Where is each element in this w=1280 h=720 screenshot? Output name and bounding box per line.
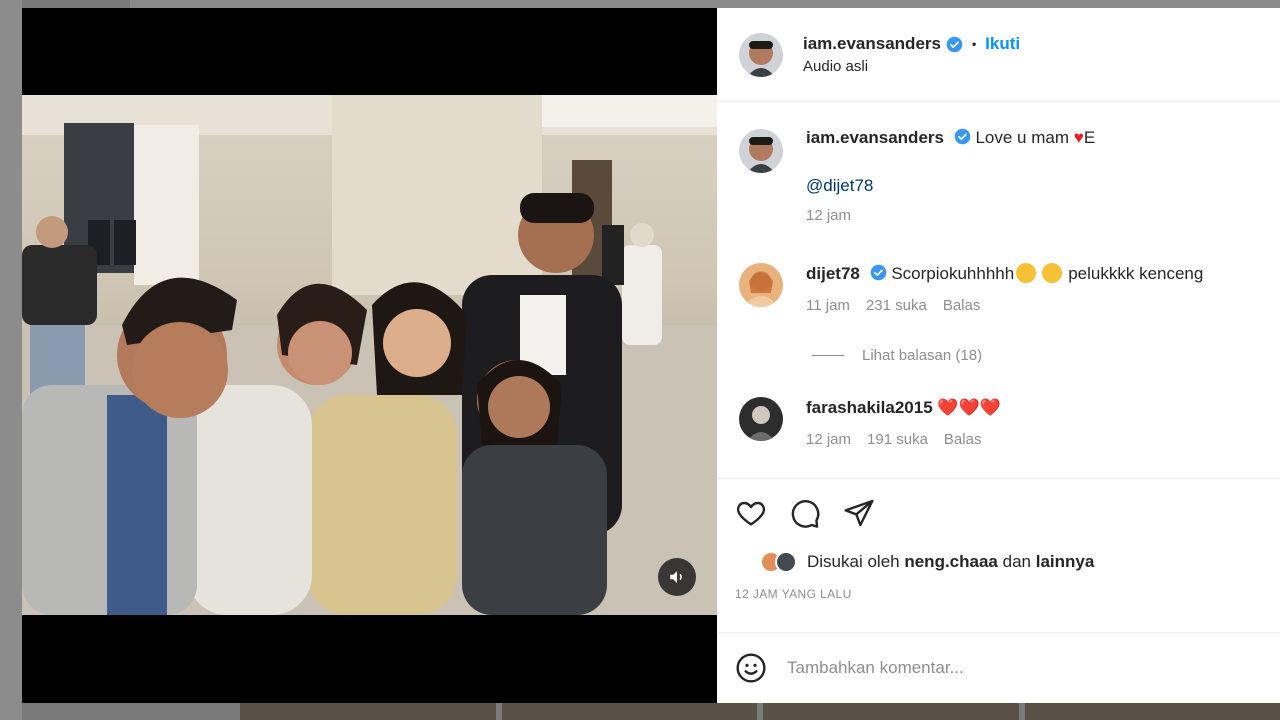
comments-list[interactable]: iam.evansanders Love u mam ♥E @dijet78 1… — [717, 103, 1280, 481]
caption-text: Love u mam — [975, 128, 1069, 147]
backdrop-feed-left — [0, 0, 22, 720]
liker-avatar — [775, 551, 797, 573]
backdrop-feed-top — [130, 0, 1280, 8]
liked-by-prefix: Disukai oleh — [807, 552, 900, 571]
comment-time[interactable]: 12 jam — [806, 429, 851, 451]
liked-by-others[interactable]: lainnya — [1036, 552, 1095, 572]
comment-time[interactable]: 11 jam — [806, 295, 850, 317]
comment-item: farashakila2015 ❤️❤️❤️ 12 jam 191 suka B… — [739, 397, 1001, 451]
send-icon[interactable] — [843, 497, 875, 529]
comment-username[interactable]: dijet78 — [806, 264, 860, 283]
comment-text-line: farashakila2015 ❤️❤️❤️ — [806, 397, 1001, 419]
follow-button[interactable]: Ikuti — [985, 34, 1020, 54]
comment-text-line: dijet78 Scorpiokuhhhhh pelukkkk kenceng — [806, 263, 1203, 285]
comment-input[interactable] — [787, 658, 1227, 678]
emoji-icon[interactable] — [735, 652, 767, 684]
post-actions: Disukai oleh neng.chaaa dan lainnya 12 J… — [717, 478, 1280, 638]
post-header: iam.evansanders • Ikuti Audio asli — [717, 8, 1280, 102]
caption-line: iam.evansanders Love u mam ♥E — [806, 127, 1095, 149]
comment-item: dijet78 Scorpiokuhhhhh pelukkkk kenceng 1… — [739, 263, 1203, 317]
comment-username[interactable]: farashakila2015 — [806, 398, 933, 417]
liked-by-row: Disukai oleh neng.chaaa dan lainnya — [717, 551, 1280, 573]
replies-divider — [812, 355, 844, 356]
header-text: iam.evansanders • Ikuti Audio asli — [803, 34, 1020, 75]
verified-badge-icon — [870, 264, 886, 281]
comment-text-end: pelukkkk kenceng — [1068, 264, 1204, 283]
caption-username[interactable]: iam.evansanders — [806, 128, 944, 147]
backdrop-feed-thumbnails — [240, 703, 1280, 720]
action-icons-row — [717, 497, 1280, 529]
heart-emoji-icon: ♥ — [1073, 128, 1084, 147]
liked-by-conj: dan — [1002, 552, 1031, 571]
post-media[interactable] — [22, 8, 717, 703]
post-modal: iam.evansanders • Ikuti Audio asli iam.e… — [22, 8, 1280, 703]
liked-by-user[interactable]: neng.chaaa — [904, 552, 998, 572]
caption-avatar[interactable] — [739, 129, 783, 173]
liked-by-avatars[interactable] — [760, 551, 797, 573]
caption-meta: 12 jam — [806, 205, 1095, 227]
reply-button[interactable]: Balas — [943, 295, 981, 317]
comment-text: Scorpiokuhhhhh — [891, 264, 1015, 283]
author-avatar[interactable] — [739, 32, 783, 77]
comment-likes[interactable]: 191 suka — [867, 429, 928, 451]
commenter-avatar[interactable] — [739, 397, 783, 441]
caption-block: iam.evansanders Love u mam ♥E @dijet78 1… — [739, 127, 1095, 227]
caption-time[interactable]: 12 jam — [806, 205, 851, 227]
caption-mention-line: @dijet78 — [806, 175, 1095, 197]
heart-icon[interactable] — [735, 497, 767, 529]
volume-icon — [670, 571, 682, 583]
comment-meta: 12 jam 191 suka Balas — [806, 429, 1001, 451]
audio-label[interactable]: Audio asli — [803, 58, 1020, 75]
comment-body: farashakila2015 ❤️❤️❤️ 12 jam 191 suka B… — [806, 397, 1001, 451]
reply-button[interactable]: Balas — [944, 429, 982, 451]
verified-badge-icon — [946, 36, 963, 52]
sad-face-emoji-icon — [1016, 263, 1037, 283]
sad-face-emoji-icon — [1042, 263, 1063, 283]
group-selfie-image — [22, 95, 717, 615]
add-comment-bar — [717, 632, 1280, 703]
post-photo[interactable] — [22, 95, 717, 615]
caption-suffix: E — [1083, 128, 1096, 147]
comment-body: dijet78 Scorpiokuhhhhh pelukkkk kenceng 1… — [806, 263, 1203, 317]
comment-icon[interactable] — [789, 497, 821, 529]
caption-mention[interactable]: @dijet78 — [806, 176, 873, 195]
mute-toggle-button[interactable] — [658, 558, 696, 596]
post-timestamp[interactable]: 12 JAM YANG LALU — [717, 587, 1280, 601]
view-replies-button[interactable]: Lihat balasan (18) — [812, 347, 982, 364]
author-username[interactable]: iam.evansanders — [803, 34, 941, 54]
header-separator: • — [971, 37, 977, 51]
caption-body: iam.evansanders Love u mam ♥E @dijet78 1… — [806, 127, 1095, 227]
comment-text: ❤️❤️❤️ — [937, 398, 1001, 417]
post-details-panel: iam.evansanders • Ikuti Audio asli iam.e… — [717, 8, 1280, 703]
comment-likes[interactable]: 231 suka — [866, 295, 927, 317]
commenter-avatar[interactable] — [739, 263, 783, 307]
header-user-row: iam.evansanders • Ikuti — [803, 34, 1020, 54]
view-replies-label: Lihat balasan (18) — [862, 347, 983, 364]
comment-meta: 11 jam 231 suka Balas — [806, 295, 1203, 317]
verified-badge-icon — [954, 128, 970, 145]
